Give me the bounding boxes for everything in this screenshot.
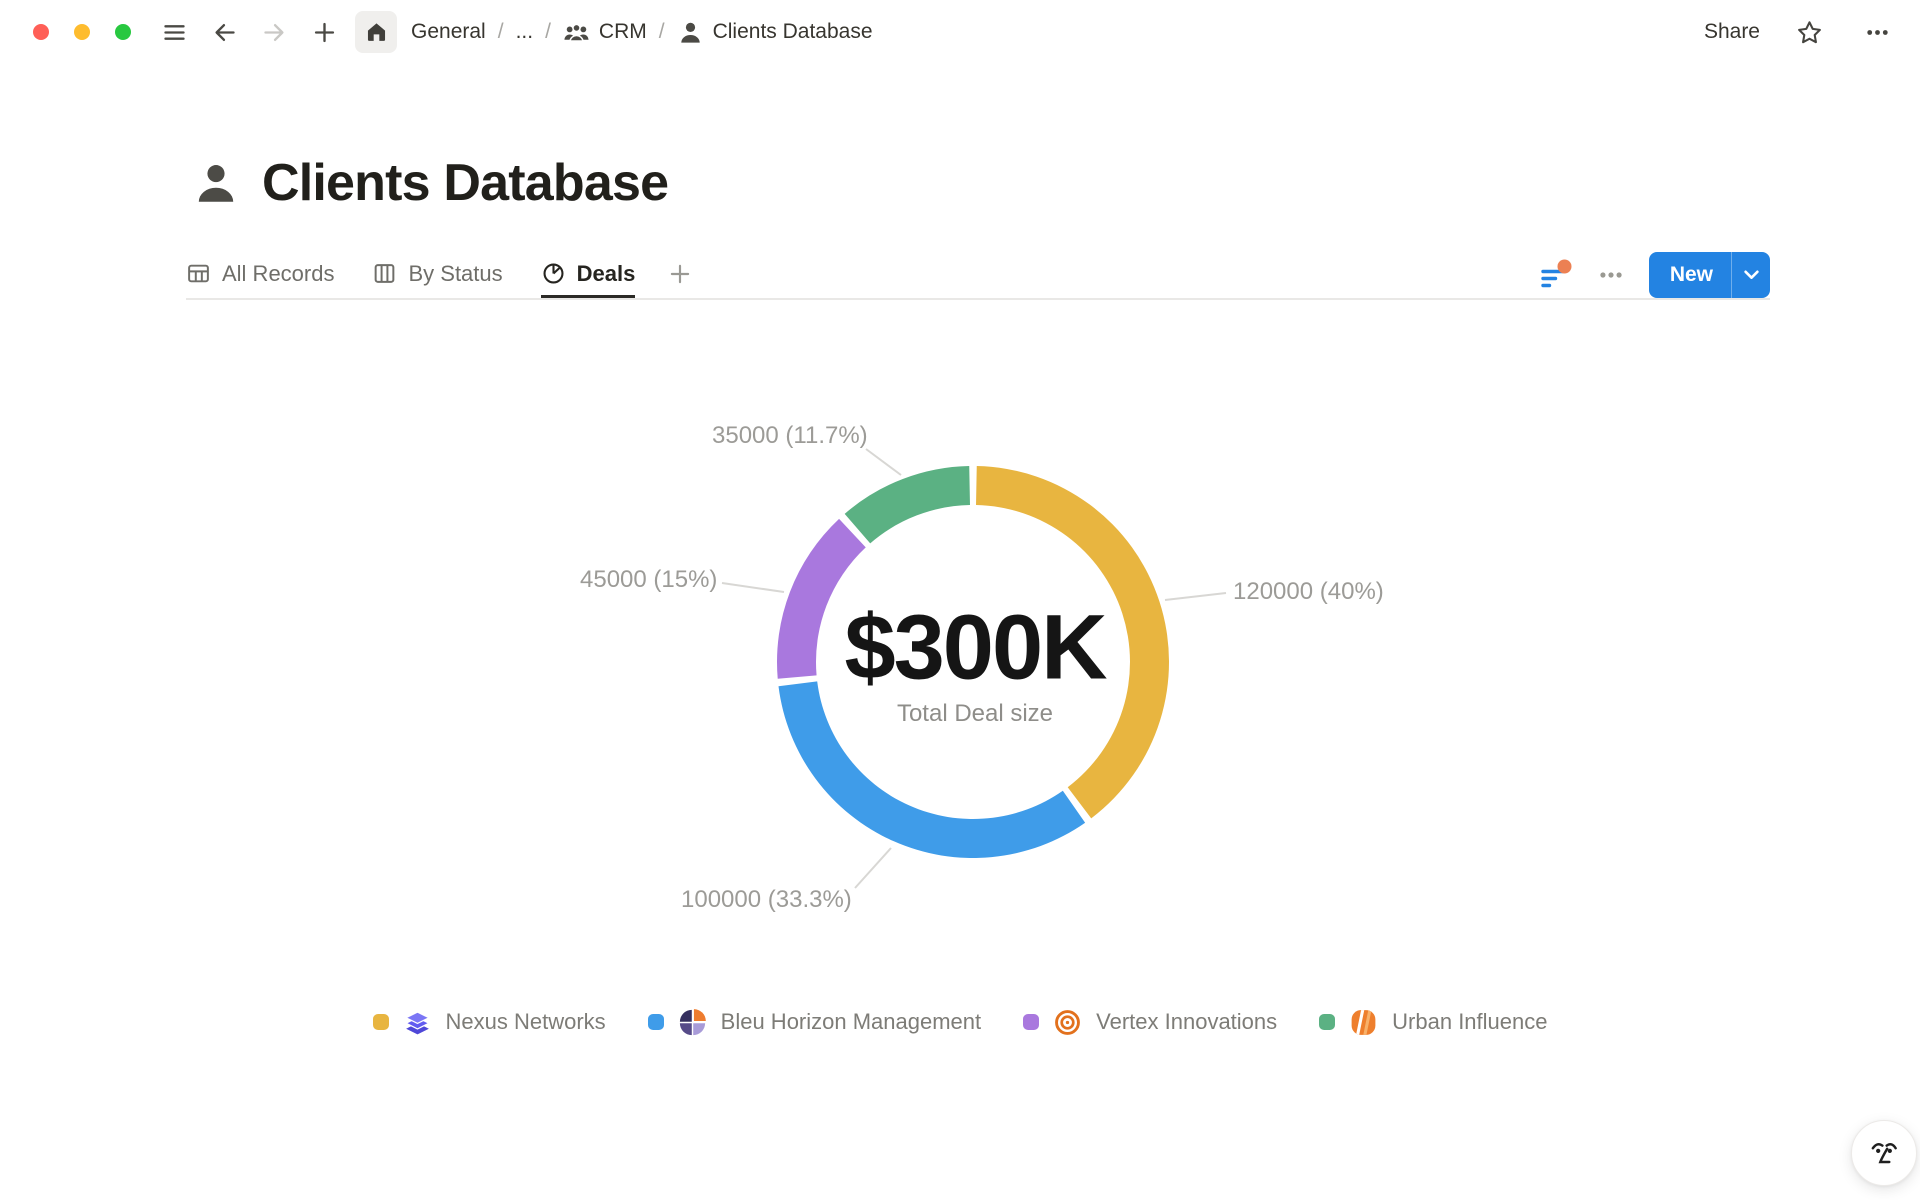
legend-label: Bleu Horizon Management [721,1009,981,1035]
filter-lines-icon [1543,271,1563,285]
slice-label-nexus: 120000 (40%) [1233,578,1384,606]
ellipsis-icon [1864,19,1891,46]
vertex-innovations-logo-icon [1052,1007,1083,1038]
star-icon [1796,19,1823,46]
view-tabs: All Records By Status Deals [186,250,693,299]
page-title[interactable]: Clients Database [262,153,668,213]
window-titlebar: General / ... / CRM / Clients Database S… [0,0,1920,64]
legend-item-urban-influence[interactable]: Urban Influence [1319,1007,1547,1038]
urban-influence-logo-icon [1348,1007,1379,1038]
home-icon [364,20,389,45]
window-controls [33,24,131,40]
tab-deals[interactable]: Deals [541,250,636,299]
page-person-icon[interactable] [192,159,240,207]
tabs-divider [186,298,1770,300]
legend-swatch [648,1014,664,1030]
breadcrumb: General / ... / CRM / Clients Database [411,19,873,46]
tab-all-records[interactable]: All Records [186,250,334,299]
person-icon [677,19,704,46]
ellipsis-icon [1597,261,1625,289]
breadcrumb-item-ellipsis[interactable]: ... [516,20,534,44]
nav-forward-button[interactable] [255,13,293,51]
breadcrumb-label: Clients Database [713,20,873,44]
people-icon [563,19,590,46]
more-options-button[interactable] [1858,13,1896,51]
breadcrumb-separator: / [659,20,665,44]
plus-icon [667,261,693,287]
tab-label: All Records [222,261,334,287]
slice-label-vertex: 45000 (15%) [580,566,717,594]
legend-swatch [1319,1014,1335,1030]
legend-item-vertex-innovations[interactable]: Vertex Innovations [1023,1007,1277,1038]
window-zoom-button[interactable] [115,24,131,40]
new-record-button-group: New [1649,252,1770,298]
window-close-button[interactable] [33,24,49,40]
breadcrumb-separator: / [498,20,504,44]
chart-legend: Nexus Networks Bleu Horizon Management V… [0,1000,1920,1044]
page-header: Clients Database [192,148,668,218]
breadcrumb-label: CRM [599,20,647,44]
legend-label: Vertex Innovations [1096,1009,1277,1035]
legend-item-nexus-networks[interactable]: Nexus Networks [373,1007,606,1038]
breadcrumb-separator: / [545,20,551,44]
nexus-networks-logo-icon [402,1007,433,1038]
hamburger-icon [161,19,188,46]
legend-label: Urban Influence [1392,1009,1547,1035]
donut-slice-3[interactable] [845,466,970,543]
new-record-button[interactable]: New [1649,263,1731,287]
chart-total-value: $300K [844,596,1105,701]
new-record-dropdown-button[interactable] [1732,270,1770,280]
slice-label-urban: 35000 (11.7%) [712,422,868,450]
tab-label: Deals [577,261,636,287]
arrow-right-icon [261,19,288,46]
legend-swatch [373,1014,389,1030]
slice-label-bleu-horizon: 100000 (33.3%) [681,886,852,914]
ai-assistant-button[interactable] [1851,1120,1917,1186]
arrow-left-icon [211,19,238,46]
breadcrumb-label: ... [516,20,534,44]
tab-by-status[interactable]: By Status [372,250,502,299]
legend-label: Nexus Networks [446,1009,606,1035]
add-view-button[interactable] [667,250,693,299]
window-minimize-button[interactable] [74,24,90,40]
breadcrumb-item-clients-database[interactable]: Clients Database [677,19,873,46]
table-view-icon [186,261,211,286]
bleu-horizon-logo-icon [677,1007,708,1038]
view-tabs-bar: All Records By Status Deals [186,250,1770,299]
home-button[interactable] [355,11,397,53]
filter-active-badge [1557,259,1571,273]
nav-back-button[interactable] [205,13,243,51]
view-more-options-button[interactable] [1597,261,1625,289]
pie-chart-view-icon [541,261,566,286]
filter-sort-button[interactable] [1537,257,1573,293]
breadcrumb-item-crm[interactable]: CRM [563,19,647,46]
chart-total-caption: Total Deal size [897,700,1053,728]
breadcrumb-item-general[interactable]: General [411,20,486,44]
chevron-down-icon [1744,270,1759,280]
view-actions: New [1537,252,1770,298]
plus-icon [311,19,338,46]
new-page-button[interactable] [305,13,343,51]
ai-face-icon [1866,1135,1902,1171]
sidebar-toggle-button[interactable] [155,13,193,51]
share-button[interactable]: Share [1704,20,1760,44]
breadcrumb-label: General [411,20,486,44]
favorite-button[interactable] [1790,13,1828,51]
board-view-icon [372,261,397,286]
legend-swatch [1023,1014,1039,1030]
legend-item-bleu-horizon[interactable]: Bleu Horizon Management [648,1007,981,1038]
tab-label: By Status [408,261,502,287]
